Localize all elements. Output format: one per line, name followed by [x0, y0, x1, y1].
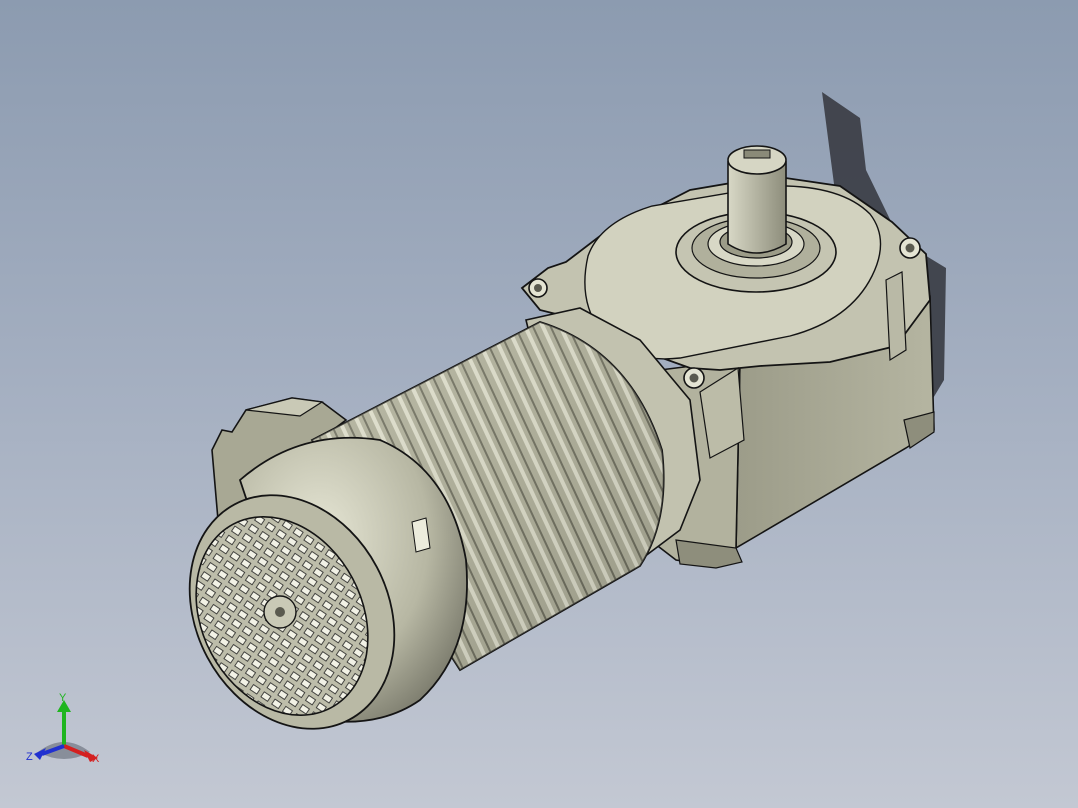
- y-axis-label: Y: [59, 692, 67, 704]
- x-axis-label: X: [92, 753, 100, 765]
- 3d-viewport[interactable]: Y X Z: [0, 0, 1078, 808]
- z-axis-label: Z: [26, 751, 33, 763]
- geared-motor-model[interactable]: [0, 0, 1078, 808]
- orientation-triad[interactable]: Y X Z: [24, 692, 106, 772]
- fan-cover: [188, 436, 468, 730]
